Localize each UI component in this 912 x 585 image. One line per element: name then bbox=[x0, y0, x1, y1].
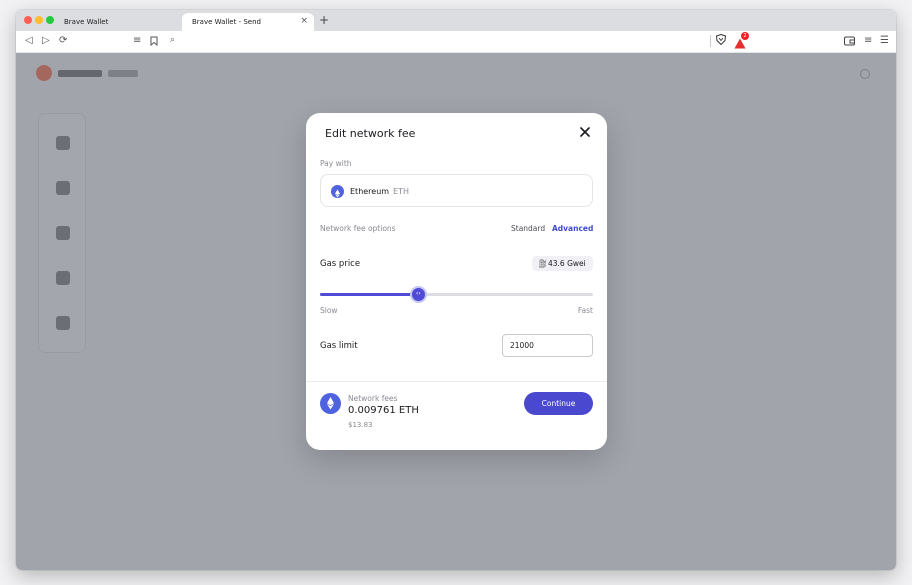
network-fees-label: Network fees bbox=[348, 394, 398, 403]
menu-icon[interactable]: ☰ bbox=[880, 35, 889, 47]
reader-mode-icon[interactable]: ≡ bbox=[133, 35, 141, 47]
fee-options-label: Network fee options bbox=[320, 224, 396, 233]
slider-slow-label: Slow bbox=[320, 306, 338, 315]
back-icon[interactable]: ◁ bbox=[25, 35, 33, 47]
tab-strip: Brave Wallet × Brave Wallet - Send × + bbox=[16, 10, 896, 31]
asset-name: Ethereum bbox=[350, 187, 390, 196]
playlist-icon[interactable]: ≡ bbox=[864, 35, 872, 47]
address-bar[interactable]: ⌕ bbox=[164, 34, 744, 49]
modal-title: Edit network fee bbox=[325, 127, 416, 140]
gas-limit-input[interactable] bbox=[502, 334, 593, 357]
slider-thumb[interactable]: ‹› bbox=[409, 286, 427, 303]
close-icon[interactable] bbox=[578, 125, 592, 139]
bookmark-icon[interactable] bbox=[150, 36, 158, 46]
pay-with-selector[interactable]: Ethereum ETH bbox=[320, 174, 593, 207]
toolbar-divider bbox=[710, 35, 711, 47]
footer-divider bbox=[306, 381, 607, 382]
brave-shields-icon[interactable] bbox=[716, 34, 726, 45]
minimize-window-button[interactable] bbox=[35, 16, 43, 24]
slider-arrows-icon: ‹› bbox=[415, 290, 421, 297]
gas-limit-label: Gas limit bbox=[320, 341, 358, 351]
ethereum-icon bbox=[320, 393, 341, 414]
gas-price-label: Gas price bbox=[320, 259, 361, 269]
search-icon: ⌕ bbox=[170, 35, 176, 45]
network-fees-amount: 0.009761 ETH bbox=[348, 405, 419, 416]
browser-toolbar: ◁ ▷ ⟳ ≡ ⌕ 2 ≡ ☰ bbox=[16, 31, 896, 53]
ethereum-icon bbox=[331, 185, 344, 198]
tab-title: Brave Wallet - Send bbox=[192, 18, 261, 26]
close-tab-icon[interactable]: × bbox=[300, 16, 308, 26]
asset-symbol: ETH bbox=[393, 187, 409, 196]
new-tab-icon[interactable]: + bbox=[319, 13, 329, 27]
gas-price-value: 43.6 Gwei bbox=[548, 259, 586, 268]
brave-rewards-button[interactable]: 2 bbox=[734, 32, 749, 49]
gas-pump-icon: ⛽︎ bbox=[538, 259, 548, 268]
network-fees-usd: $13.83 bbox=[348, 421, 373, 429]
wallet-icon[interactable] bbox=[844, 36, 855, 46]
forward-icon[interactable]: ▷ bbox=[42, 35, 50, 47]
advanced-option-button[interactable]: Advanced bbox=[552, 224, 593, 233]
continue-button[interactable]: Continue bbox=[524, 392, 593, 415]
tab-brave-wallet-send[interactable]: Brave Wallet - Send × bbox=[182, 13, 314, 31]
notification-badge: 2 bbox=[741, 32, 749, 40]
edit-network-fee-modal: Edit network fee Pay with Ethereum ETH N… bbox=[306, 113, 607, 450]
browser-window: Brave Wallet × Brave Wallet - Send × + ◁… bbox=[16, 10, 896, 570]
close-window-button[interactable] bbox=[24, 16, 32, 24]
pay-with-label: Pay with bbox=[320, 159, 352, 168]
slider-fill bbox=[320, 293, 419, 296]
slider-fast-label: Fast bbox=[577, 306, 593, 315]
maximize-window-button[interactable] bbox=[46, 16, 54, 24]
tab-title: Brave Wallet bbox=[64, 18, 109, 26]
gas-price-slider[interactable]: ‹› bbox=[320, 286, 593, 303]
standard-option-button[interactable]: Standard bbox=[511, 224, 545, 233]
gas-price-badge: ⛽︎ 43.6 Gwei bbox=[532, 256, 593, 271]
reload-icon[interactable]: ⟳ bbox=[59, 35, 67, 47]
